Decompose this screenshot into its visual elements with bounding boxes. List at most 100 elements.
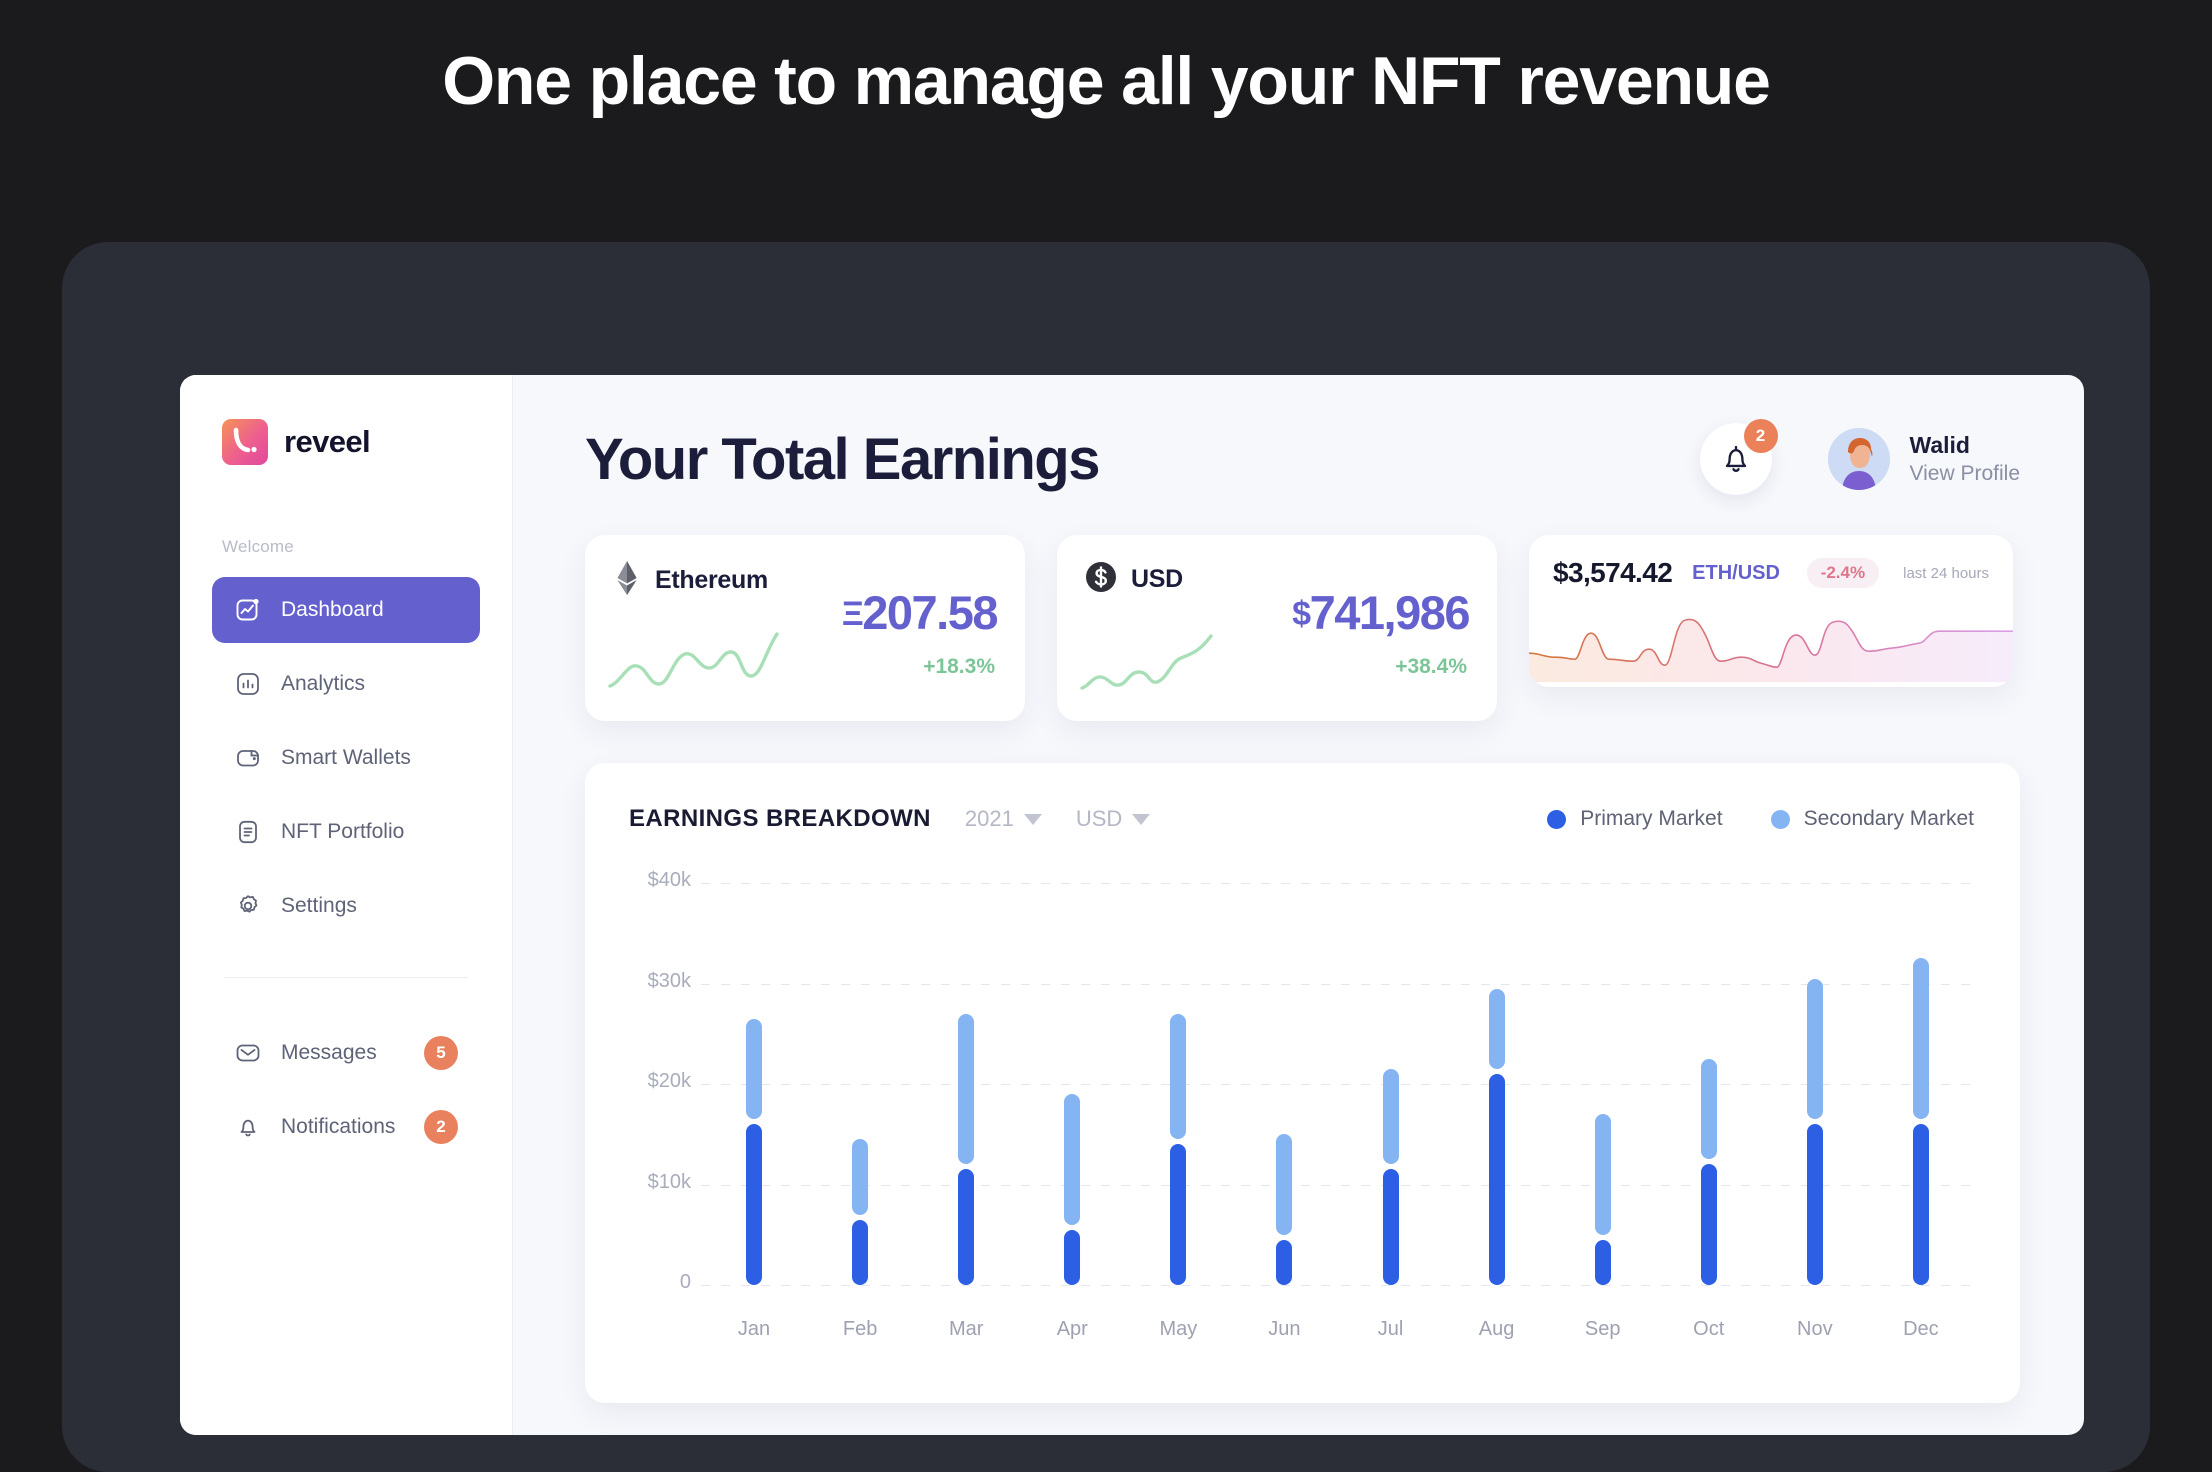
x-axis-tick-label: Jul (1377, 1318, 1404, 1340)
bar-segment-primary (1488, 1073, 1505, 1285)
card-title: Ethereum (655, 566, 768, 594)
chart-bar-column[interactable] (1125, 883, 1231, 1285)
stat-cards: Ethereum Ξ207.58 +18.3% USD $741,986 +38… (585, 535, 2020, 721)
bar-segment-secondary (1064, 1094, 1081, 1225)
sidebar: reveel Welcome Dashboard Analytics Smart… (180, 375, 513, 1435)
chart-bar-column[interactable] (1762, 883, 1868, 1285)
sidebar-divider (224, 977, 468, 978)
year-filter-value: 2021 (964, 806, 1014, 831)
avatar (1827, 428, 1890, 490)
welcome-label: Welcome (222, 537, 294, 556)
bar-segment-secondary (958, 1013, 975, 1165)
chart-bar-column[interactable] (701, 883, 807, 1285)
sidebar-item-nft-portfolio[interactable]: NFT Portfolio (212, 799, 480, 865)
bar-segment-primary (1912, 1124, 1929, 1285)
legend-item-secondary[interactable]: Secondary Market (1770, 807, 1974, 831)
portfolio-icon (234, 819, 261, 846)
legend-dot-primary (1547, 809, 1567, 829)
ethereum-icon (613, 561, 641, 600)
chart-bar-column[interactable] (1019, 883, 1125, 1285)
price-period-label: last 24 hours (1903, 564, 1989, 582)
bar-segment-secondary (852, 1139, 869, 1215)
wallet-icon (234, 745, 261, 772)
panel-header: EARNINGS BREAKDOWN 2021 USD Primary Mark… (629, 805, 1974, 833)
bar-segment-primary (1382, 1169, 1399, 1285)
brand-name: reveel (284, 424, 371, 459)
eth-usd-price: $3,574.42 (1553, 557, 1673, 588)
bar-segment-secondary (1170, 1013, 1187, 1140)
view-profile-link[interactable]: View Profile (1910, 460, 2021, 487)
currency-filter-value: USD (1075, 806, 1123, 831)
analytics-icon (234, 671, 261, 698)
sidebar-item-notifications[interactable]: Notifications 2 (212, 1094, 480, 1160)
legend-item-primary[interactable]: Primary Market (1547, 807, 1723, 831)
stat-card-eth-usd-price[interactable]: $3,574.42 ETH/USD -2.4% last 24 hours (1529, 535, 2013, 687)
chart-bar-column[interactable] (1868, 883, 1974, 1285)
chart-bar-column[interactable] (1231, 883, 1337, 1285)
status-badge: 5 (424, 1036, 458, 1070)
chart-legend: Primary Market Secondary Market (1547, 807, 1974, 831)
card-delta: +38.4% (1395, 655, 1467, 678)
sidebar-item-label: Messages (281, 1041, 377, 1064)
stat-card-ethereum[interactable]: Ethereum Ξ207.58 +18.3% (585, 535, 1025, 721)
card-symbol: $ (1292, 595, 1311, 633)
price-area-chart (1529, 590, 2013, 687)
legend-dot-secondary (1770, 809, 1790, 829)
card-amount: 207.58 (862, 586, 998, 639)
chart-bar-column[interactable] (1444, 883, 1550, 1285)
sparkline-ethereum (607, 628, 797, 699)
bar-segment-secondary (1806, 978, 1823, 1120)
chart-bar-column[interactable] (913, 883, 1019, 1285)
currency-filter-dropdown[interactable]: USD (1075, 806, 1151, 832)
x-axis-tick-label: Apr (1056, 1318, 1088, 1340)
main-content: Your Total Earnings 2 Walid View Profile… (513, 375, 2084, 1435)
x-axis-tick-label: Oct (1693, 1318, 1725, 1340)
chevron-down-icon (1132, 813, 1151, 825)
status-badge: 2 (424, 1110, 458, 1144)
chart-bar-column[interactable] (807, 883, 913, 1285)
bar-segment-primary (1064, 1229, 1081, 1285)
x-axis-tick-label: Nov (1797, 1318, 1833, 1340)
chart-plot-area: 0 $10k $20k $30k $40k Jan Feb Mar Apr May Jun Jul A… (629, 869, 1974, 1403)
sidebar-item-smart-wallets[interactable]: Smart Wallets (212, 725, 480, 791)
profile-text: Walid View Profile (1910, 431, 2021, 487)
x-axis-tick-label: Jan (737, 1318, 771, 1340)
earnings-breakdown-panel: EARNINGS BREAKDOWN 2021 USD Primary Mark… (585, 763, 2020, 1403)
eth-usd-pair: ETH/USD (1692, 561, 1780, 584)
bar-segment-secondary (1700, 1058, 1717, 1160)
card-value: Ξ207.58 (841, 585, 999, 640)
dashboard-icon (234, 597, 261, 624)
chart-bar-column[interactable] (1656, 883, 1762, 1285)
sidebar-item-settings[interactable]: Settings (212, 873, 480, 939)
card-symbol: Ξ (841, 595, 864, 633)
bar-segment-secondary (1488, 988, 1505, 1069)
sidebar-item-messages[interactable]: Messages 5 (212, 1020, 480, 1086)
y-axis-tick-label: $20k (647, 1070, 691, 1092)
topbar: Your Total Earnings 2 Walid View Profile (585, 413, 2020, 505)
sidebar-item-label: Settings (281, 894, 357, 917)
sidebar-item-label: Dashboard (281, 598, 384, 621)
chart-bar-column[interactable] (1550, 883, 1656, 1285)
sidebar-item-label: Analytics (281, 672, 366, 695)
chart-bar-column[interactable] (1337, 883, 1443, 1285)
page-headline: One place to manage all your NFT revenue (442, 43, 1771, 119)
stat-card-usd[interactable]: USD $741,986 +38.4% (1057, 535, 1497, 721)
bell-icon (234, 1114, 261, 1141)
year-filter-dropdown[interactable]: 2021 (965, 806, 1042, 832)
x-axis-tick-label: Dec (1903, 1318, 1939, 1340)
profile-menu[interactable]: Walid View Profile (1827, 428, 2021, 490)
chevron-down-icon (1023, 813, 1042, 825)
sidebar-item-analytics[interactable]: Analytics (212, 651, 480, 717)
chart-x-axis: Jan Feb Mar Apr May Jun Jul Aug Sep Oct Nov Dec (701, 1318, 1974, 1341)
bar-segment-secondary (1276, 1134, 1293, 1235)
reveel-mark-icon (222, 419, 268, 465)
topbar-actions: 2 Walid View Profile (1699, 419, 2021, 495)
y-axis-tick-label: $40k (647, 869, 691, 891)
notifications-button[interactable]: 2 (1699, 419, 1778, 495)
bar-segment-secondary (1594, 1114, 1611, 1235)
x-axis-tick-label: Mar (948, 1318, 984, 1340)
sidebar-item-dashboard[interactable]: Dashboard (212, 577, 480, 643)
bar-segment-primary (1276, 1239, 1293, 1285)
profile-name: Walid (1909, 431, 1970, 458)
brand-logo[interactable]: reveel (212, 419, 480, 465)
